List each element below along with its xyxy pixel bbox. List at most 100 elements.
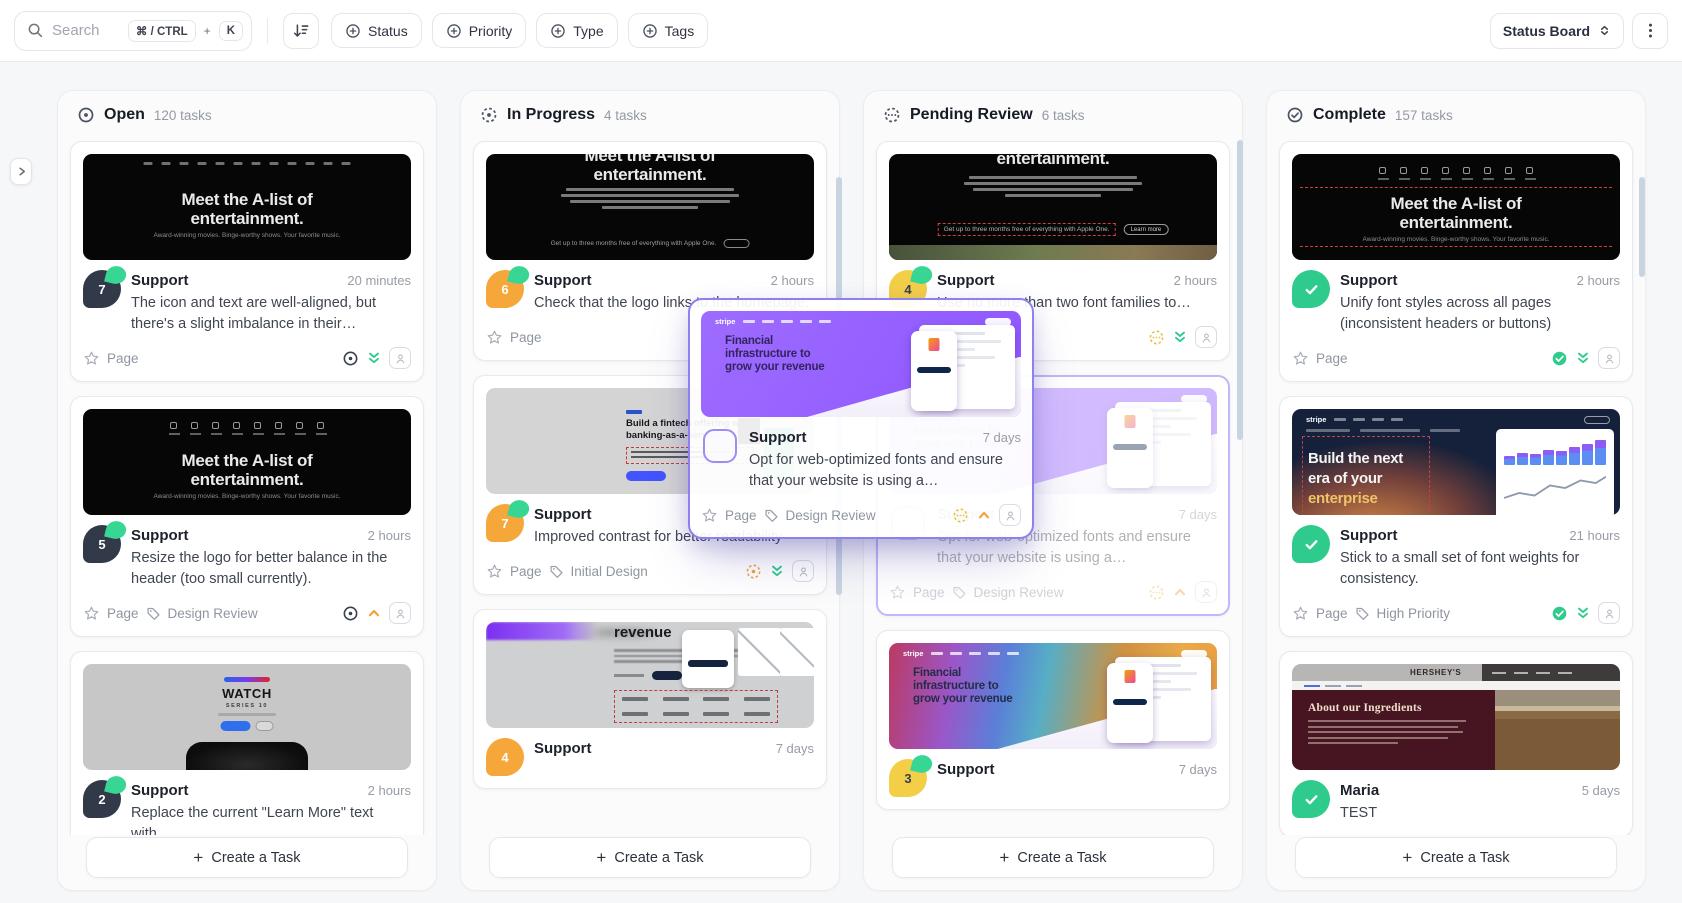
task-card[interactable]: Meet the A-list of entertainment. Award-… xyxy=(1279,141,1633,382)
column-count: 157 tasks xyxy=(1395,108,1453,123)
status-pending-icon[interactable] xyxy=(952,507,969,524)
more-button[interactable] xyxy=(1632,13,1668,49)
thumbnail-cta: Get up to three months free of everythin… xyxy=(551,240,717,247)
priority-high-icon[interactable] xyxy=(976,507,992,523)
status-in-progress-icon xyxy=(480,106,498,124)
person-icon xyxy=(1200,586,1213,599)
status-pending-icon[interactable] xyxy=(1148,329,1165,346)
card-time: 2 hours xyxy=(1577,273,1620,288)
column-title: Open xyxy=(104,106,145,124)
thumbnail-appletv: Meet the A-list of entertainment. Award-… xyxy=(83,154,411,260)
task-card[interactable]: WATCH SERIES 10 2 Support2 hours Replace… xyxy=(70,651,424,835)
thumbnail-heading: Meet the A-list of entertainment. xyxy=(1369,194,1544,232)
avatar[interactable]: 5 xyxy=(83,525,121,563)
card-time: 2 hours xyxy=(1174,273,1217,288)
avatar-complete[interactable] xyxy=(1292,525,1330,563)
card-time: 2 hours xyxy=(771,273,814,288)
create-task-button[interactable]: +Create a Task xyxy=(489,837,811,878)
search-input[interactable] xyxy=(52,22,120,39)
leaf-wedge-icon xyxy=(910,264,934,286)
kbd-shortcut-combo: ⌘ / CTRL xyxy=(128,20,196,42)
thumbnail-stripe-hero: stripe Financial infrastructure to grow … xyxy=(701,311,1021,417)
priority-low-icon[interactable] xyxy=(769,563,785,579)
sort-button[interactable] xyxy=(283,13,319,49)
create-task-button[interactable]: +Create a Task xyxy=(1295,837,1617,878)
star-icon[interactable] xyxy=(701,507,718,524)
gradient-bar xyxy=(224,677,270,682)
assignee-icon[interactable] xyxy=(389,347,411,369)
view-switcher-button[interactable]: Status Board xyxy=(1490,13,1624,49)
priority-low-icon[interactable] xyxy=(366,350,382,366)
assignee-icon[interactable] xyxy=(1598,602,1620,624)
star-icon[interactable] xyxy=(1292,350,1309,367)
card-description: Replace the current "Learn More" text wi… xyxy=(131,803,411,835)
checkbox-icon[interactable] xyxy=(703,429,737,463)
filter-chip-type[interactable]: Type xyxy=(536,13,617,48)
column-open: Open 120 tasks Meet the A-list of entert… xyxy=(57,90,437,891)
assignee-icon[interactable] xyxy=(1195,326,1217,348)
stripe-logo: stripe xyxy=(1306,415,1326,424)
tag-icon xyxy=(1355,606,1370,621)
dragged-task-card[interactable]: stripe Financial infrastructure to grow … xyxy=(688,298,1034,539)
avatar[interactable]: 6 xyxy=(486,270,524,308)
thumbnail-appletv: Meet the A-list of entertainment. Award-… xyxy=(83,409,411,515)
scrollbar-thumb[interactable] xyxy=(1237,140,1243,440)
assignee-icon[interactable] xyxy=(999,504,1021,526)
assignee-icon[interactable] xyxy=(389,602,411,624)
card-description: The icon and text are well-aligned, but … xyxy=(131,293,411,335)
star-icon[interactable] xyxy=(1292,605,1309,622)
priority-low-icon[interactable] xyxy=(1172,329,1188,345)
tag-label: Design Review xyxy=(168,606,258,621)
leaf-wedge-icon xyxy=(910,753,934,775)
filter-chip-priority[interactable]: Priority xyxy=(432,13,527,48)
star-icon[interactable] xyxy=(486,329,503,346)
filter-chip-status[interactable]: Status xyxy=(331,13,422,48)
status-complete-icon[interactable] xyxy=(1551,605,1568,622)
filter-chip-tags[interactable]: Tags xyxy=(628,13,709,48)
card-title: Support xyxy=(534,506,592,523)
priority-high-icon[interactable] xyxy=(366,605,382,621)
task-card[interactable]: HERSHEY'S About our Ingredients Maria5 d… xyxy=(1279,651,1633,835)
avatar-complete[interactable] xyxy=(1292,780,1330,818)
avatar[interactable]: 7 xyxy=(83,270,121,308)
status-open-icon[interactable] xyxy=(342,350,359,367)
column-title: Pending Review xyxy=(910,106,1033,124)
task-card[interactable]: revenue 4 Support7 days xyxy=(473,609,827,789)
filter-chips: Status Priority Type Tags xyxy=(331,13,708,48)
avatar[interactable]: 7 xyxy=(486,504,524,542)
card-title: Support xyxy=(937,272,995,289)
task-card[interactable]: Meet the A-list of entertainment. Award-… xyxy=(70,141,424,382)
card-time: 7 days xyxy=(983,430,1021,445)
create-task-button[interactable]: +Create a Task xyxy=(892,837,1214,878)
avatar-complete[interactable] xyxy=(1292,270,1330,308)
page-label: Page xyxy=(107,351,139,366)
task-card[interactable]: Meet the A-list of entertainment. Award-… xyxy=(70,396,424,637)
star-icon[interactable] xyxy=(83,605,100,622)
scrollbar-thumb[interactable] xyxy=(1639,177,1645,277)
avatar[interactable]: 2 xyxy=(83,780,121,818)
sidebar-expand-button[interactable] xyxy=(10,158,32,185)
task-card[interactable]: stripe Financial infrastructure to grow … xyxy=(876,630,1230,810)
toolbar-divider xyxy=(267,18,268,44)
status-open-icon[interactable] xyxy=(342,605,359,622)
priority-low-icon[interactable] xyxy=(1575,605,1591,621)
plus-icon: + xyxy=(999,848,1009,868)
star-icon[interactable] xyxy=(486,563,503,580)
star-icon xyxy=(889,584,906,601)
status-complete-icon[interactable] xyxy=(1551,350,1568,367)
priority-low-icon[interactable] xyxy=(1575,350,1591,366)
hershey-logo: HERSHEY'S xyxy=(1410,668,1461,677)
avatar[interactable]: 4 xyxy=(486,738,524,776)
create-task-button[interactable]: +Create a Task xyxy=(86,837,408,878)
assignee-icon[interactable] xyxy=(1598,347,1620,369)
avatar-number: 2 xyxy=(98,792,105,807)
column-scroll-area: Meet the A-list of entertainment. Award-… xyxy=(58,135,436,835)
star-icon[interactable] xyxy=(83,350,100,367)
task-card[interactable]: stripe Build the next era of your enterp… xyxy=(1279,396,1633,637)
search-box[interactable]: ⌘ / CTRL + K xyxy=(14,11,252,51)
avatar[interactable]: 3 xyxy=(889,759,927,797)
column-complete: Complete 157 tasks Meet the A-list of en… xyxy=(1266,90,1646,891)
person-icon xyxy=(1004,509,1017,522)
status-in-progress-icon[interactable] xyxy=(745,563,762,580)
assignee-icon[interactable] xyxy=(792,560,814,582)
